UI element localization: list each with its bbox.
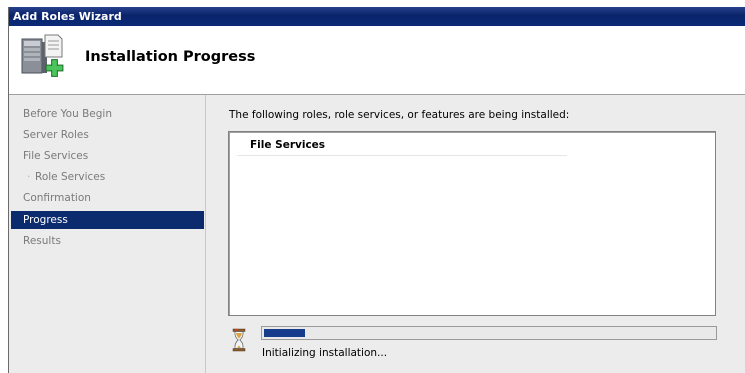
installation-progress-bar [261,326,717,340]
sidebar-item-progress[interactable]: Progress [11,211,204,229]
server-add-icon [21,34,64,77]
sidebar-item-file-services[interactable]: File Services [11,147,204,165]
wizard-steps-sidebar: Before You Begin Server Roles File Servi… [9,95,206,373]
sidebar-item-server-roles[interactable]: Server Roles [11,126,204,144]
sidebar-item-role-services[interactable]: · Role Services [11,168,204,186]
progress-status-text: Initializing installation... [262,347,388,359]
intro-text: The following roles, role services, or f… [229,109,570,121]
page-title: Installation Progress [85,49,256,65]
progress-bar-fill [264,329,305,337]
installation-list[interactable]: File Services [228,131,716,316]
sidebar-item-label: Role Services [35,171,106,183]
wizard-window: Add Roles Wizard Installation Progress B… [8,7,745,373]
list-heading: File Services [250,139,326,151]
sidebar-item-before-you-begin[interactable]: Before You Begin [11,105,204,123]
window-title: Add Roles Wizard [9,7,745,26]
wizard-header: Installation Progress [9,26,745,95]
hourglass-icon [232,328,246,352]
tree-indent-marker: · [27,171,31,183]
sidebar-item-confirmation[interactable]: Confirmation [11,189,204,207]
list-divider [237,155,567,156]
sidebar-item-results[interactable]: Results [11,232,204,250]
main-content: The following roles, role services, or f… [206,95,745,373]
